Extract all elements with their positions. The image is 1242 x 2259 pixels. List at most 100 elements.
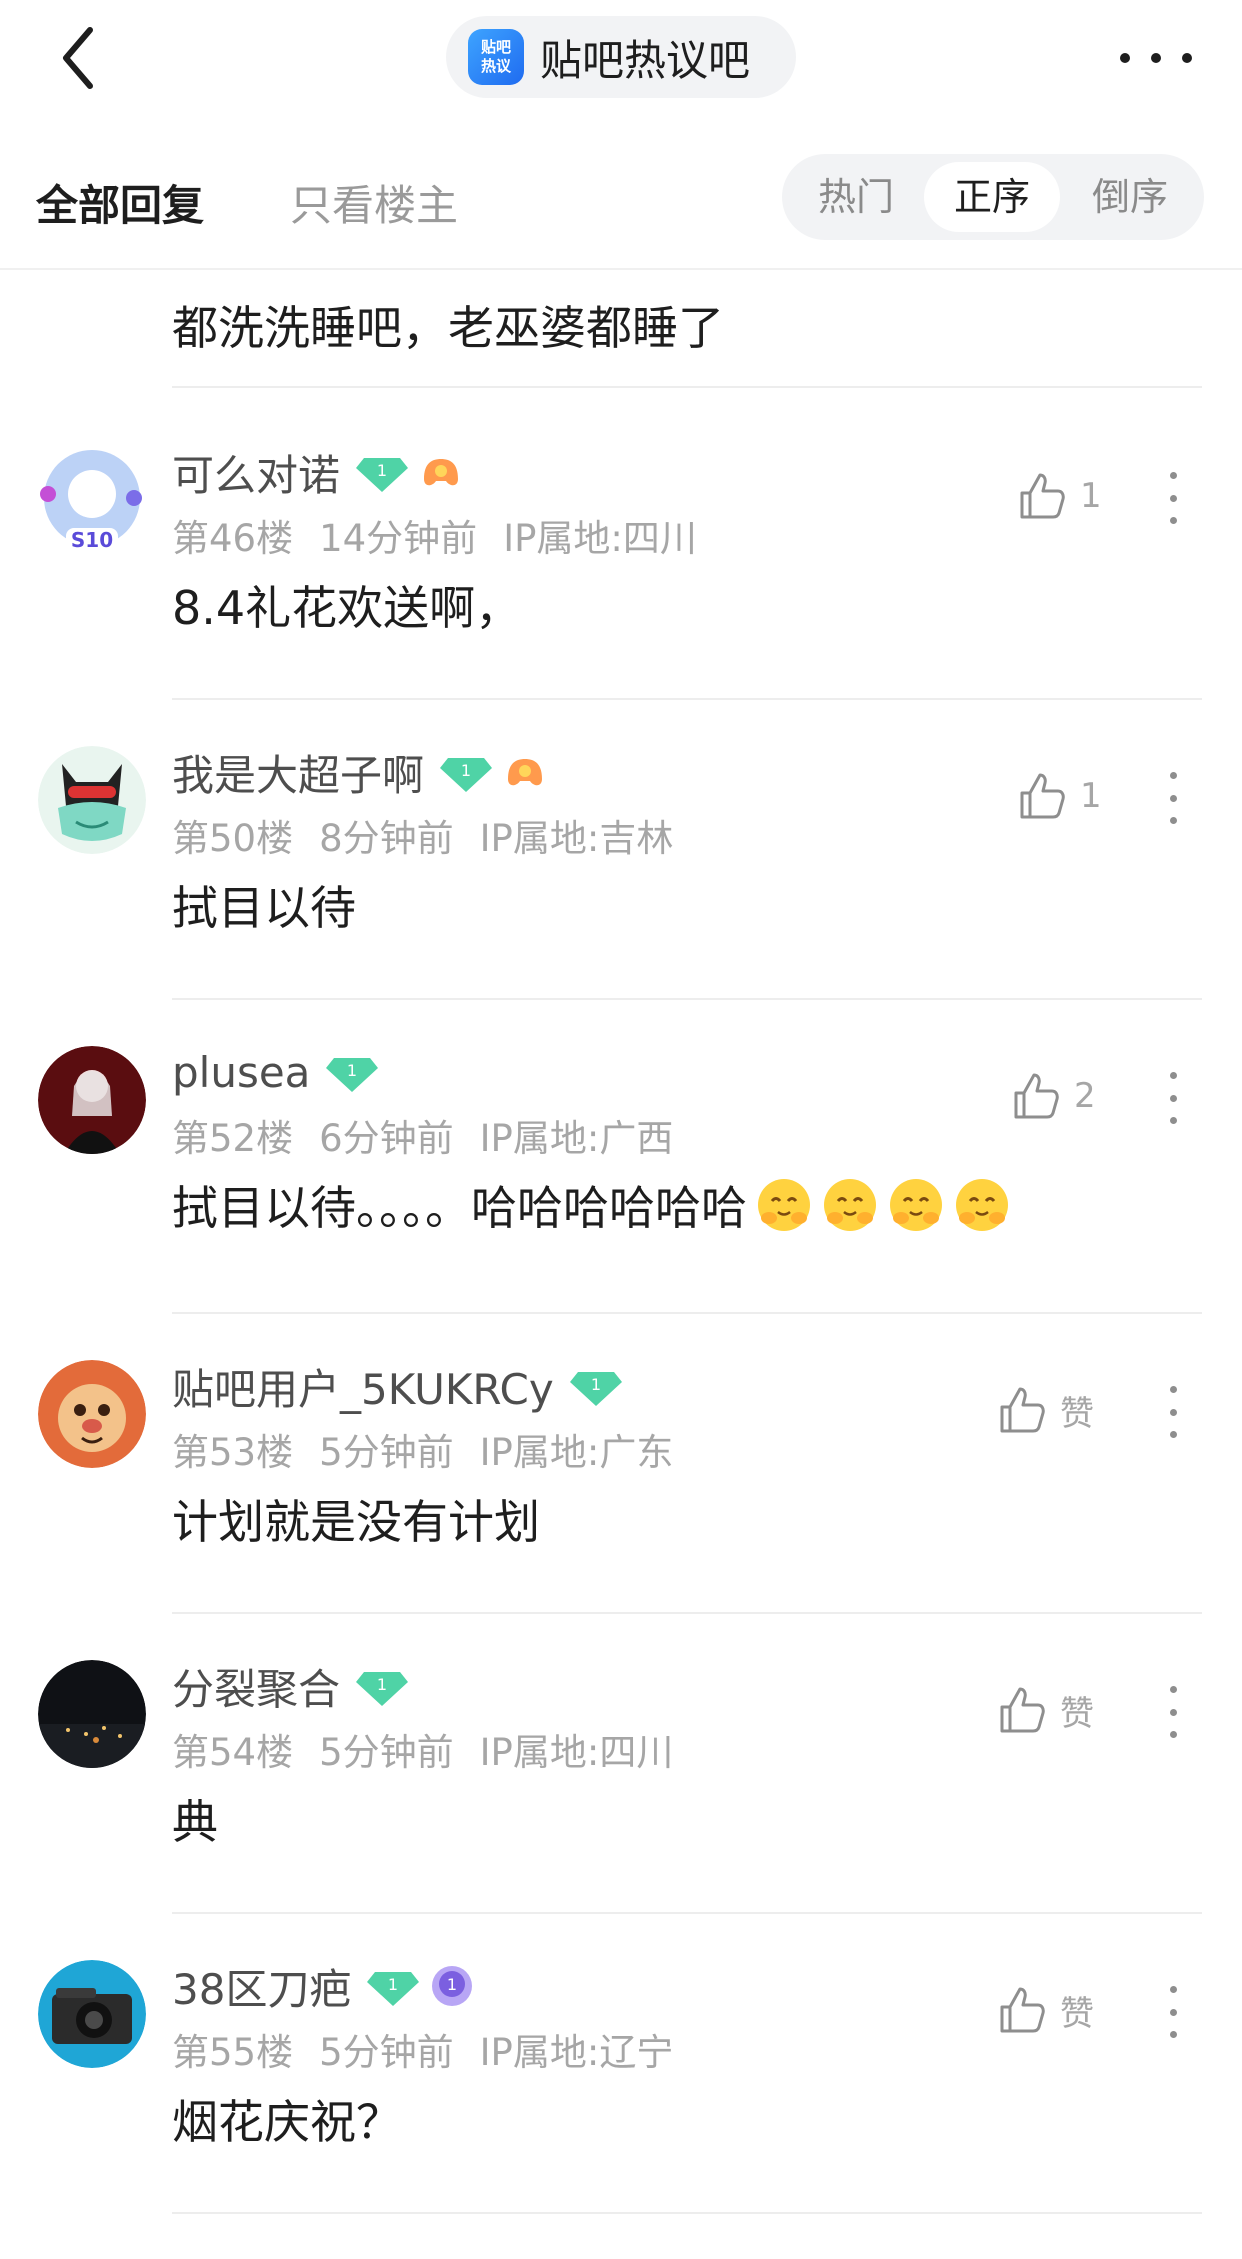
avatar[interactable] — [38, 1360, 146, 1468]
post-content: 8.4礼花欢送啊， — [172, 581, 522, 635]
avatar[interactable] — [38, 746, 146, 854]
floor-number: 第46楼 — [172, 517, 294, 560]
tab-owner-only[interactable]: 只看楼主 — [290, 172, 458, 233]
like-button[interactable]: 2 — [1012, 1066, 1096, 1126]
username[interactable]: 可么对诺 — [172, 442, 340, 503]
like-button[interactable]: 赞 — [998, 1380, 1094, 1440]
thumbs-up-icon — [1014, 1073, 1059, 1119]
tab-all-replies[interactable]: 全部回复 — [36, 172, 204, 233]
post-options-button[interactable] — [1168, 1072, 1178, 1124]
post-meta: 第52楼 6分钟前 IP属地:广西 — [172, 1108, 699, 1162]
level-number: 1 — [377, 461, 387, 480]
floor-number: 第53楼 — [172, 1431, 294, 1474]
more-vertical-icon — [1169, 1686, 1177, 1693]
more-options-button[interactable] — [1120, 40, 1192, 76]
post-content: 都洗洗睡吧，老巫婆都睡了 — [172, 301, 724, 355]
more-dot — [1182, 53, 1192, 63]
ip-location: IP属地:辽宁 — [479, 2031, 674, 2074]
like-label: 赞 — [1060, 1693, 1094, 1734]
more-dot — [1169, 1731, 1177, 1738]
thumbs-up-icon — [1000, 1987, 1045, 2033]
more-dot — [1169, 817, 1177, 824]
post-time: 8分钟前 — [319, 817, 454, 860]
level-gem-badge-icon: 1 — [367, 1972, 420, 2006]
avatar[interactable]: S10 — [38, 446, 146, 554]
post-options-button[interactable] — [1168, 1686, 1178, 1738]
avatar-image: S10 — [40, 450, 142, 552]
username[interactable]: 贴吧用户_5KUKRCy — [172, 1356, 554, 1417]
username[interactable]: 分裂聚合 — [172, 1656, 340, 1717]
username[interactable]: 我是大超子啊 — [172, 742, 424, 803]
more-vertical-icon — [1169, 1072, 1177, 1079]
back-button[interactable] — [52, 20, 122, 96]
more-dot — [1151, 53, 1161, 63]
user-row: 可么对诺 1 — [172, 444, 464, 500]
more-dot — [1169, 2008, 1177, 2016]
username[interactable]: plusea — [172, 1048, 310, 1097]
purple-level-badge-icon: 1 — [432, 1966, 473, 2006]
ip-location: IP属地:吉林 — [479, 817, 674, 860]
sort-descending[interactable]: 倒序 — [1062, 162, 1198, 232]
thumbs-up-icon — [1000, 1687, 1045, 1733]
avatar-image — [38, 746, 146, 854]
floor-number: 第52楼 — [172, 1117, 294, 1160]
post-item: S10 可么对诺 1 第46楼 14分钟前 IP属地:四川 8.4礼花欢送啊， 1 — [0, 400, 1242, 700]
post-meta: 第54楼 5分钟前 IP属地:四川 — [172, 1722, 699, 1776]
post-options-button[interactable] — [1168, 1986, 1178, 2038]
more-dot — [1169, 1431, 1177, 1438]
username[interactable]: 38区刀疤 — [172, 1956, 351, 2017]
post-meta: 第55楼 5分钟前 IP属地:辽宁 — [172, 2022, 699, 2076]
post-options-button[interactable] — [1168, 472, 1178, 524]
sort-hot[interactable]: 热门 — [788, 162, 924, 232]
like-button[interactable]: 赞 — [998, 1980, 1094, 2040]
forum-logo-text-1: 贴吧 — [480, 38, 511, 56]
level-gem-badge-icon: 1 — [326, 1058, 379, 1092]
avatar[interactable] — [38, 1046, 146, 1154]
sort-ascending[interactable]: 正序 — [924, 162, 1060, 232]
more-horizontal-icon — [1120, 53, 1130, 63]
user-row: 我是大超子啊 1 — [172, 744, 548, 800]
post-content: 拭目以待 — [172, 881, 356, 935]
post-time: 5分钟前 — [319, 1731, 454, 1774]
chevron-left-icon — [63, 27, 93, 89]
sort-switch: 热门 正序 倒序 — [782, 154, 1204, 240]
floor-number: 第55楼 — [172, 2031, 294, 2074]
thumbs-up-icon — [1020, 773, 1065, 819]
floor-number: 第54楼 — [172, 1731, 294, 1774]
like-button[interactable]: 1 — [1018, 466, 1102, 526]
user-row: 分裂聚合 1 — [172, 1656, 409, 1717]
ip-location: IP属地:四川 — [503, 517, 697, 560]
post-options-button[interactable] — [1168, 1386, 1178, 1438]
more-vertical-icon — [1169, 472, 1177, 479]
avatar-badge-text: S10 — [71, 528, 113, 552]
smile-emoji-icon — [758, 1179, 810, 1231]
level-gem-badge-icon: 1 — [356, 1672, 409, 1706]
avatar[interactable] — [38, 1960, 146, 2068]
smile-emoji-icon — [824, 1179, 876, 1231]
more-dot — [1169, 1708, 1177, 1716]
post-content: 拭目以待。。。。哈哈哈哈哈哈 — [172, 1172, 1011, 1238]
more-dot — [1169, 517, 1177, 524]
emoji-group — [747, 1179, 1011, 1235]
like-label: 赞 — [1060, 1993, 1094, 2034]
more-vertical-icon — [1169, 1986, 1177, 1993]
purple-badge-number: 1 — [447, 1975, 457, 1994]
level-number: 1 — [461, 761, 471, 780]
level-number: 1 — [377, 1675, 387, 1694]
like-count: 1 — [1080, 776, 1102, 816]
avatar-image — [38, 1960, 146, 2068]
post-meta: 第53楼 5分钟前 IP属地:广东 — [172, 1422, 699, 1476]
post-item: 我是大超子啊 1 第50楼 8分钟前 IP属地:吉林 拭目以待 1 — [0, 700, 1242, 1000]
like-label: 赞 — [1060, 1393, 1094, 1434]
like-button[interactable]: 1 — [1018, 766, 1102, 826]
more-dot — [1169, 794, 1177, 802]
like-button[interactable]: 赞 — [998, 1680, 1094, 1740]
level-number: 1 — [347, 1061, 357, 1080]
avatar[interactable] — [38, 1660, 146, 1768]
forum-title-pill[interactable]: 贴吧 热议 贴吧热议吧 — [446, 16, 796, 98]
post-options-button[interactable] — [1168, 772, 1178, 824]
floor-number: 第50楼 — [172, 817, 294, 860]
smile-emoji-icon — [890, 1179, 942, 1231]
post-meta: 第50楼 8分钟前 IP属地:吉林 — [172, 808, 699, 862]
thumbs-up-icon — [1000, 1387, 1045, 1433]
